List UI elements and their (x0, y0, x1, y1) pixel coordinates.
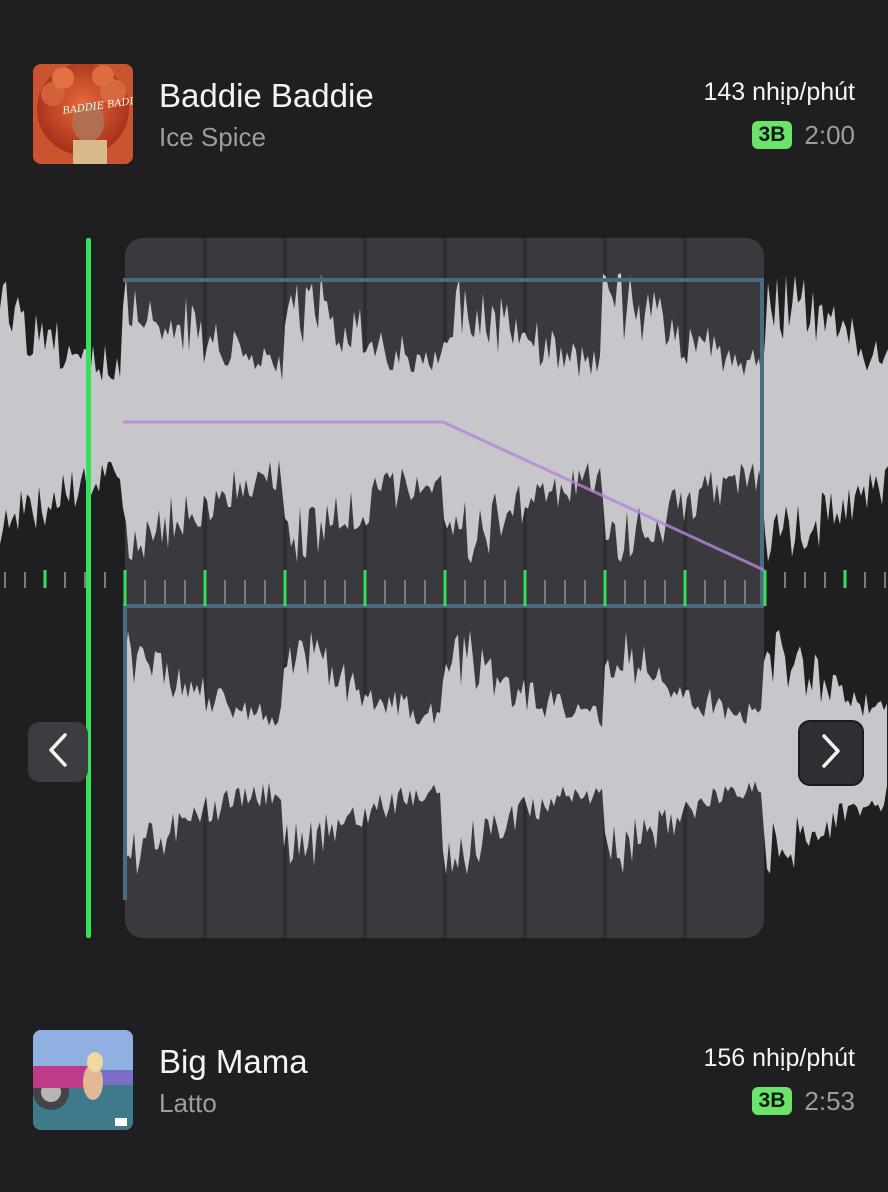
beat-tick (4, 572, 6, 588)
beat-tick (504, 580, 506, 604)
beat-marker (123, 570, 127, 606)
playhead[interactable] (86, 238, 91, 938)
beat-tick (404, 580, 406, 604)
next-track-title: Big Mama (159, 1043, 308, 1080)
next-track-artwork (33, 1030, 133, 1130)
beat-tick (564, 580, 566, 604)
beat-tick (304, 580, 306, 604)
previous-button[interactable] (28, 722, 88, 782)
beat-tick (884, 572, 886, 588)
beat-tick (584, 580, 586, 604)
beat-tick (84, 572, 86, 588)
beat-tick (424, 580, 426, 604)
beat-marker (683, 570, 687, 606)
next-track-artist: Latto (159, 1088, 217, 1118)
beat-tick (864, 572, 866, 588)
beat-tick (784, 572, 786, 588)
beat-tick (344, 580, 346, 604)
beat-marker (443, 570, 447, 606)
chevron-left-icon (46, 732, 70, 773)
next-track-bpm: 156 nhịp/phút (703, 1044, 855, 1072)
beat-tick (744, 580, 746, 604)
beat-marker (603, 570, 607, 606)
beat-tick (324, 580, 326, 604)
current-track-key-badge: 3B (751, 121, 793, 149)
beat-marker (283, 570, 287, 606)
current-track-duration: 2:00 (804, 119, 855, 150)
beat-tick (104, 572, 106, 588)
current-track-row[interactable]: BADDIE BADDIE Baddie Baddie Ice Spice 14… (0, 64, 888, 164)
beat-tick (484, 580, 486, 604)
next-track-key-badge: 3B (751, 1087, 793, 1115)
beat-marker (843, 570, 847, 588)
beat-marker (523, 570, 527, 606)
beat-tick (384, 580, 386, 604)
next-track-meta: 3B 2:53 (751, 1085, 855, 1116)
beat-tick (644, 580, 646, 604)
current-track-title: Baddie Baddie (159, 77, 374, 114)
current-track-artwork: BADDIE BADDIE (33, 64, 133, 164)
beat-marker (43, 570, 47, 588)
next-track-row[interactable]: Big Mama Latto 156 nhịp/phút 3B 2:53 (0, 1030, 888, 1130)
beat-tick (144, 580, 146, 604)
beat-tick (64, 572, 66, 588)
beat-tick (24, 572, 26, 588)
beat-tick (164, 580, 166, 604)
beat-tick (184, 580, 186, 604)
current-track-bpm: 143 nhịp/phút (703, 78, 855, 106)
beat-tick (624, 580, 626, 604)
beat-tick (724, 580, 726, 604)
beat-marker (763, 570, 767, 606)
beat-tick (804, 572, 806, 588)
beat-tick (464, 580, 466, 604)
beat-tick (244, 580, 246, 604)
current-track-artist: Ice Spice (159, 122, 266, 152)
beat-tick (704, 580, 706, 604)
beat-tick (824, 572, 826, 588)
beat-tick (224, 580, 226, 604)
beat-marker (203, 570, 207, 606)
beat-tick (264, 580, 266, 604)
current-track-meta: 3B 2:00 (751, 119, 855, 150)
beat-marker (363, 570, 367, 606)
beat-tick (664, 580, 666, 604)
next-track-duration: 2:53 (804, 1085, 855, 1116)
next-button[interactable] (798, 720, 864, 786)
transition-editor[interactable] (0, 230, 888, 950)
chevron-right-icon (819, 733, 843, 774)
beat-tick (544, 580, 546, 604)
